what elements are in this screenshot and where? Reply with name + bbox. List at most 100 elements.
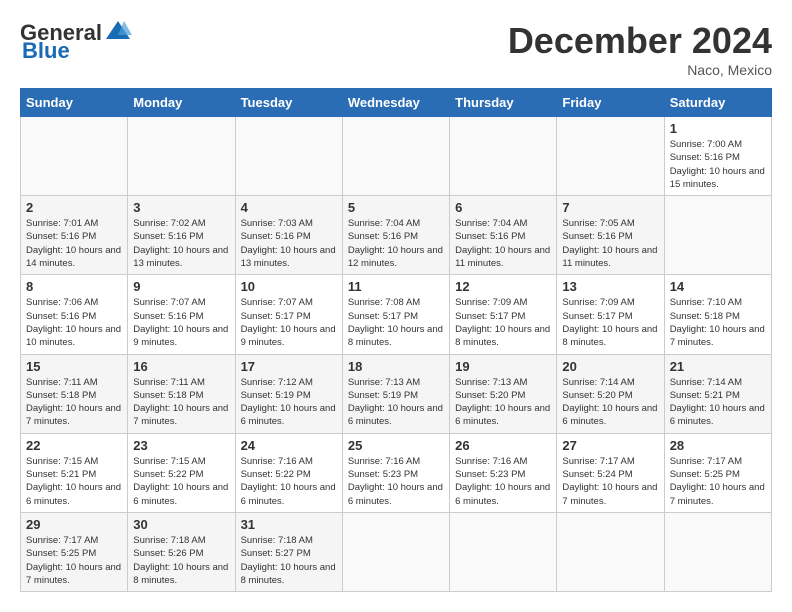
day-number: 14 [670,279,766,294]
day-header-sunday: Sunday [21,89,128,117]
calendar-cell: 21Sunrise: 7:14 AM Sunset: 5:21 PM Dayli… [664,354,771,433]
day-number: 8 [26,279,122,294]
calendar-cell: 19 Sunrise: 7:13 AM Sunset: 5:20 PM Dayli… [450,354,557,433]
logo-icon [104,17,132,45]
day-header-monday: Monday [128,89,235,117]
day-number: 9 [133,279,229,294]
day-number: 25 [348,438,444,453]
day-info: Sunrise: 7:13 AM Sunset: 5:19 PM Dayligh… [348,376,444,429]
day-number: 27 [562,438,658,453]
day-info: Sunrise: 7:16 AM Sunset: 5:23 PM Dayligh… [348,455,444,508]
calendar-cell: 20 Sunrise: 7:14 AM Sunset: 5:20 PM Dayli… [557,354,664,433]
day-info: Sunrise: 7:14 AM Sunset: 5:21 PM Dayligh… [670,376,766,429]
day-number: 26 [455,438,551,453]
day-number: 1 [670,121,766,136]
day-number: 23 [133,438,229,453]
calendar-cell: 17Sunrise: 7:12 AM Sunset: 5:19 PM Dayli… [235,354,342,433]
day-number: 20 [562,359,658,374]
day-number: 18 [348,359,444,374]
calendar-week-row: 8Sunrise: 7:06 AM Sunset: 5:16 PM Daylig… [21,275,772,354]
calendar-cell [557,512,664,591]
calendar-cell [342,512,449,591]
day-info: Sunrise: 7:17 AM Sunset: 5:25 PM Dayligh… [670,455,766,508]
day-info: Sunrise: 7:00 AM Sunset: 5:16 PM Dayligh… [670,138,766,191]
month-title: December 2024 [508,20,772,62]
title-block: December 2024 Naco, Mexico [508,20,772,78]
calendar-cell [557,117,664,196]
calendar-cell: 28 Sunrise: 7:17 AM Sunset: 5:25 PM Dayli… [664,433,771,512]
calendar-cell: 2 Sunrise: 7:01 AM Sunset: 5:16 PM Daylig… [21,196,128,275]
calendar-cell: 3 Sunrise: 7:02 AM Sunset: 5:16 PM Daylig… [128,196,235,275]
day-header-wednesday: Wednesday [342,89,449,117]
day-header-thursday: Thursday [450,89,557,117]
calendar-cell: 22Sunrise: 7:15 AM Sunset: 5:21 PM Dayli… [21,433,128,512]
calendar-week-row: 22Sunrise: 7:15 AM Sunset: 5:21 PM Dayli… [21,433,772,512]
calendar-cell: 7 Sunrise: 7:05 AM Sunset: 5:16 PM Daylig… [557,196,664,275]
day-info: Sunrise: 7:05 AM Sunset: 5:16 PM Dayligh… [562,217,658,270]
calendar-cell: 4 Sunrise: 7:03 AM Sunset: 5:16 PM Daylig… [235,196,342,275]
day-info: Sunrise: 7:14 AM Sunset: 5:20 PM Dayligh… [562,376,658,429]
day-number: 31 [241,517,337,532]
calendar-cell: 30Sunrise: 7:18 AM Sunset: 5:26 PM Dayli… [128,512,235,591]
calendar-week-row: 29Sunrise: 7:17 AM Sunset: 5:25 PM Dayli… [21,512,772,591]
page-header: General Blue December 2024 Naco, Mexico [20,20,772,78]
location-text: Naco, Mexico [508,62,772,78]
day-number: 16 [133,359,229,374]
calendar-cell: 18 Sunrise: 7:13 AM Sunset: 5:19 PM Dayli… [342,354,449,433]
day-number: 24 [241,438,337,453]
day-info: Sunrise: 7:07 AM Sunset: 5:16 PM Dayligh… [133,296,229,349]
calendar-cell [664,196,771,275]
calendar-cell [21,117,128,196]
calendar-cell: 11Sunrise: 7:08 AM Sunset: 5:17 PM Dayli… [342,275,449,354]
calendar-cell: 8Sunrise: 7:06 AM Sunset: 5:16 PM Daylig… [21,275,128,354]
day-number: 12 [455,279,551,294]
calendar-cell: 5Sunrise: 7:04 AM Sunset: 5:16 PM Daylig… [342,196,449,275]
calendar-cell: 24 Sunrise: 7:16 AM Sunset: 5:22 PM Dayli… [235,433,342,512]
day-info: Sunrise: 7:16 AM Sunset: 5:23 PM Dayligh… [455,455,551,508]
calendar-cell: 6Sunrise: 7:04 AM Sunset: 5:16 PM Daylig… [450,196,557,275]
calendar-cell: 15 Sunrise: 7:11 AM Sunset: 5:18 PM Dayli… [21,354,128,433]
day-info: Sunrise: 7:01 AM Sunset: 5:16 PM Dayligh… [26,217,122,270]
day-number: 2 [26,200,122,215]
day-info: Sunrise: 7:16 AM Sunset: 5:22 PM Dayligh… [241,455,337,508]
calendar-cell: 9 Sunrise: 7:07 AM Sunset: 5:16 PM Daylig… [128,275,235,354]
calendar-cell [450,117,557,196]
day-info: Sunrise: 7:02 AM Sunset: 5:16 PM Dayligh… [133,217,229,270]
day-number: 22 [26,438,122,453]
calendar-cell: 13Sunrise: 7:09 AM Sunset: 5:17 PM Dayli… [557,275,664,354]
day-header-friday: Friday [557,89,664,117]
day-info: Sunrise: 7:03 AM Sunset: 5:16 PM Dayligh… [241,217,337,270]
day-number: 7 [562,200,658,215]
calendar-cell: 10 Sunrise: 7:07 AM Sunset: 5:17 PM Dayli… [235,275,342,354]
calendar-cell: 12Sunrise: 7:09 AM Sunset: 5:17 PM Dayli… [450,275,557,354]
day-number: 19 [455,359,551,374]
calendar-cell: 27 Sunrise: 7:17 AM Sunset: 5:24 PM Dayli… [557,433,664,512]
day-number: 3 [133,200,229,215]
calendar-cell: 1 Sunrise: 7:00 AM Sunset: 5:16 PM Daylig… [664,117,771,196]
calendar-cell: 14Sunrise: 7:10 AM Sunset: 5:18 PM Dayli… [664,275,771,354]
day-info: Sunrise: 7:12 AM Sunset: 5:19 PM Dayligh… [241,376,337,429]
calendar-cell [235,117,342,196]
day-number: 28 [670,438,766,453]
day-header-tuesday: Tuesday [235,89,342,117]
logo: General Blue [20,20,132,64]
calendar-header-row: SundayMondayTuesdayWednesdayThursdayFrid… [21,89,772,117]
day-info: Sunrise: 7:07 AM Sunset: 5:17 PM Dayligh… [241,296,337,349]
day-number: 4 [241,200,337,215]
calendar-week-row: 1 Sunrise: 7:00 AM Sunset: 5:16 PM Daylig… [21,117,772,196]
day-number: 11 [348,279,444,294]
day-number: 10 [241,279,337,294]
calendar-cell: 29Sunrise: 7:17 AM Sunset: 5:25 PM Dayli… [21,512,128,591]
calendar-week-row: 2 Sunrise: 7:01 AM Sunset: 5:16 PM Daylig… [21,196,772,275]
calendar-cell: 25 Sunrise: 7:16 AM Sunset: 5:23 PM Dayli… [342,433,449,512]
calendar-cell: 16 Sunrise: 7:11 AM Sunset: 5:18 PM Dayli… [128,354,235,433]
day-number: 15 [26,359,122,374]
calendar-cell [128,117,235,196]
day-info: Sunrise: 7:18 AM Sunset: 5:27 PM Dayligh… [241,534,337,587]
day-info: Sunrise: 7:11 AM Sunset: 5:18 PM Dayligh… [26,376,122,429]
calendar-cell: 31 Sunrise: 7:18 AM Sunset: 5:27 PM Dayli… [235,512,342,591]
day-header-saturday: Saturday [664,89,771,117]
day-info: Sunrise: 7:13 AM Sunset: 5:20 PM Dayligh… [455,376,551,429]
day-info: Sunrise: 7:11 AM Sunset: 5:18 PM Dayligh… [133,376,229,429]
day-info: Sunrise: 7:17 AM Sunset: 5:24 PM Dayligh… [562,455,658,508]
